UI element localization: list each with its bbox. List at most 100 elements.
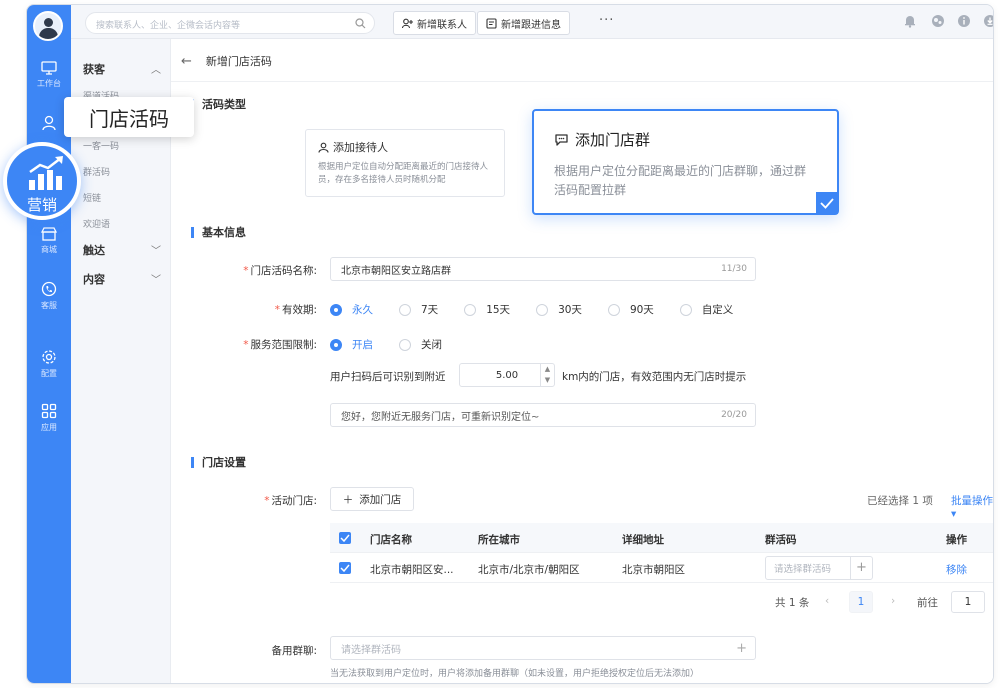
selected-check-icon: [816, 192, 838, 214]
radio-icon: [399, 338, 411, 351]
col-store-name: 门店名称: [370, 534, 412, 546]
add-store-button[interactable]: ＋ 添加门店: [330, 487, 414, 511]
add-user-icon: [402, 18, 413, 28]
radio-icon: [399, 303, 411, 316]
callout-marketing[interactable]: 营销: [3, 142, 81, 220]
radio-icon: [330, 338, 342, 351]
monitor-icon: [41, 61, 57, 75]
type-card-store-group[interactable]: 添加门店群 根据用户定位分配距离最近的门店群聊，通过群活码配置拉群: [532, 109, 839, 215]
remove-link[interactable]: 移除: [946, 562, 967, 577]
col-address: 详细地址: [622, 534, 664, 546]
col-group-code: 群活码: [765, 534, 797, 546]
page-title: 新增门店活码: [205, 55, 272, 68]
validity-option-1[interactable]: 7天: [399, 302, 438, 317]
info-icon[interactable]: [957, 14, 971, 28]
gear-icon: [42, 350, 56, 364]
service-range-option-0[interactable]: 开启: [330, 337, 373, 352]
menu-group-content[interactable]: 内容 ﹀: [83, 271, 161, 287]
user-icon: [42, 115, 56, 131]
validity-option-label: 自定义: [701, 304, 734, 316]
plus-icon[interactable]: +: [850, 557, 872, 579]
radio-icon: [330, 303, 342, 316]
breadcrumb: ← 新增门店活码: [181, 53, 272, 69]
pager-total: 共 1 条: [775, 597, 810, 609]
batch-action-dropdown[interactable]: 批量操作 ▾: [951, 493, 993, 520]
range-km-stepper[interactable]: 5.00 ▲ ▼: [459, 363, 555, 387]
rail-item-mall[interactable]: 商城: [27, 227, 71, 255]
table-header: 门店名称 所在城市 详细地址 群活码 操作: [330, 523, 993, 553]
chevron-down-icon: ﹀: [151, 275, 161, 286]
menu-group-reach[interactable]: 触达 ﹀: [83, 242, 161, 258]
range-suffix-text: km内的门店，有效范围内无门店时提示: [562, 371, 747, 383]
validity-option-0[interactable]: 永久: [330, 302, 373, 317]
select-all-checkbox[interactable]: [339, 532, 351, 544]
chat-bubble-icon: [555, 134, 568, 146]
more-menu-icon[interactable]: ···: [599, 13, 614, 28]
no-store-tip-input[interactable]: 您好，您附近无服务门店，可重新识别定位~ 20/20: [330, 403, 756, 427]
menu-item-welcome[interactable]: 欢迎语: [83, 217, 110, 230]
char-counter: 11/30: [721, 264, 747, 274]
plus-icon[interactable]: +: [736, 641, 747, 656]
char-counter: 20/20: [721, 410, 747, 420]
backup-group-select[interactable]: 请选择群活码 +: [330, 636, 756, 660]
goto-page-input[interactable]: 1: [951, 591, 985, 613]
range-prefix-text: 用户扫码后可识别到附近: [330, 371, 446, 383]
section-title-basic: 基本信息: [191, 227, 246, 238]
page-number[interactable]: 1: [849, 591, 873, 613]
validity-option-4[interactable]: 90天: [607, 302, 654, 317]
chevron-down-icon: ﹀: [151, 246, 161, 257]
backup-group-label: 备用群聊:: [271, 645, 317, 657]
menu-item-group-code[interactable]: 群活码: [83, 165, 110, 178]
bell-icon[interactable]: [903, 14, 917, 28]
goto-label: 前往: [917, 597, 938, 609]
menu-item-one-customer-code[interactable]: 一客一码: [83, 139, 119, 152]
validity-option-label: 永久: [352, 304, 373, 316]
note-icon: [486, 17, 497, 29]
main-content: ← 新增门店活码 活码类型 添加接待人 根据用户定位自动分配距离最近的门店接待人…: [171, 39, 993, 683]
search-icon: [355, 18, 366, 29]
selected-count: 已经选择 1 项: [867, 495, 933, 507]
col-city: 所在城市: [478, 534, 520, 546]
rail-item-apps[interactable]: 应用: [27, 403, 71, 433]
next-page-icon[interactable]: ›: [891, 595, 895, 607]
group-code-select[interactable]: 请选择群活码 +: [765, 556, 873, 580]
store-code-name-input[interactable]: 北京市朝阳区安立路店群 11/30: [330, 257, 756, 281]
menu-item-shortlink[interactable]: 短链: [83, 191, 101, 204]
validity-option-5[interactable]: 自定义: [679, 302, 734, 317]
validity-label: * 有效期:: [274, 304, 317, 316]
callout-store-code: 门店活码: [64, 97, 194, 137]
backup-group-note: 当无法获取到用户定位时，用户将添加备用群聊（如未设置，用户拒绝授权定位后无法添加…: [330, 669, 700, 679]
new-followup-button[interactable]: 新增跟进信息: [477, 11, 570, 35]
search-input[interactable]: 搜索联系人、企业、企微会话内容等: [85, 12, 375, 34]
rail-item-service[interactable]: 客服: [27, 281, 71, 311]
new-contact-button[interactable]: 新增联系人: [393, 11, 476, 35]
validity-option-3[interactable]: 30天: [536, 302, 582, 317]
row-checkbox[interactable]: [339, 562, 351, 574]
validity-option-label: 30天: [558, 304, 582, 316]
rail-item-workbench[interactable]: 工作台: [27, 61, 71, 89]
service-range-option-1[interactable]: 关闭: [399, 337, 442, 352]
prev-page-icon[interactable]: ‹: [825, 595, 829, 607]
globe-icon[interactable]: [931, 14, 945, 28]
grid-icon: [41, 403, 57, 419]
user-icon: [318, 142, 329, 153]
type-card-receptionist[interactable]: 添加接待人 根据用户定位自动分配距离最近的门店接待人员，存在多名接待人员时随机分…: [305, 129, 505, 197]
radio-icon: [464, 303, 477, 316]
service-range-option-label: 开启: [352, 339, 373, 351]
validity-option-label: 7天: [421, 304, 439, 316]
back-arrow-icon[interactable]: ←: [181, 54, 192, 69]
download-icon[interactable]: [983, 14, 994, 28]
menu-group-acquire[interactable]: 获客 ︿: [83, 61, 161, 77]
validity-option-label: 90天: [629, 304, 654, 316]
chevron-up-icon: ︿: [151, 65, 161, 76]
validity-option-2[interactable]: 15天: [464, 302, 510, 317]
section-title-type: 活码类型: [191, 99, 246, 110]
caret-down-icon: ▾: [951, 508, 957, 520]
validity-option-label: 15天: [486, 304, 511, 316]
service-range-label: * 服务范围限制:: [243, 339, 317, 351]
stepper-arrows-icon[interactable]: ▲ ▼: [540, 364, 554, 386]
cell-address: 北京市朝阳区: [622, 564, 685, 576]
rail-item-config[interactable]: 配置: [27, 349, 71, 379]
topbar: 搜索联系人、企业、企微会话内容等 新增联系人 新增跟进信息 ···: [71, 5, 993, 39]
avatar[interactable]: [33, 11, 63, 41]
